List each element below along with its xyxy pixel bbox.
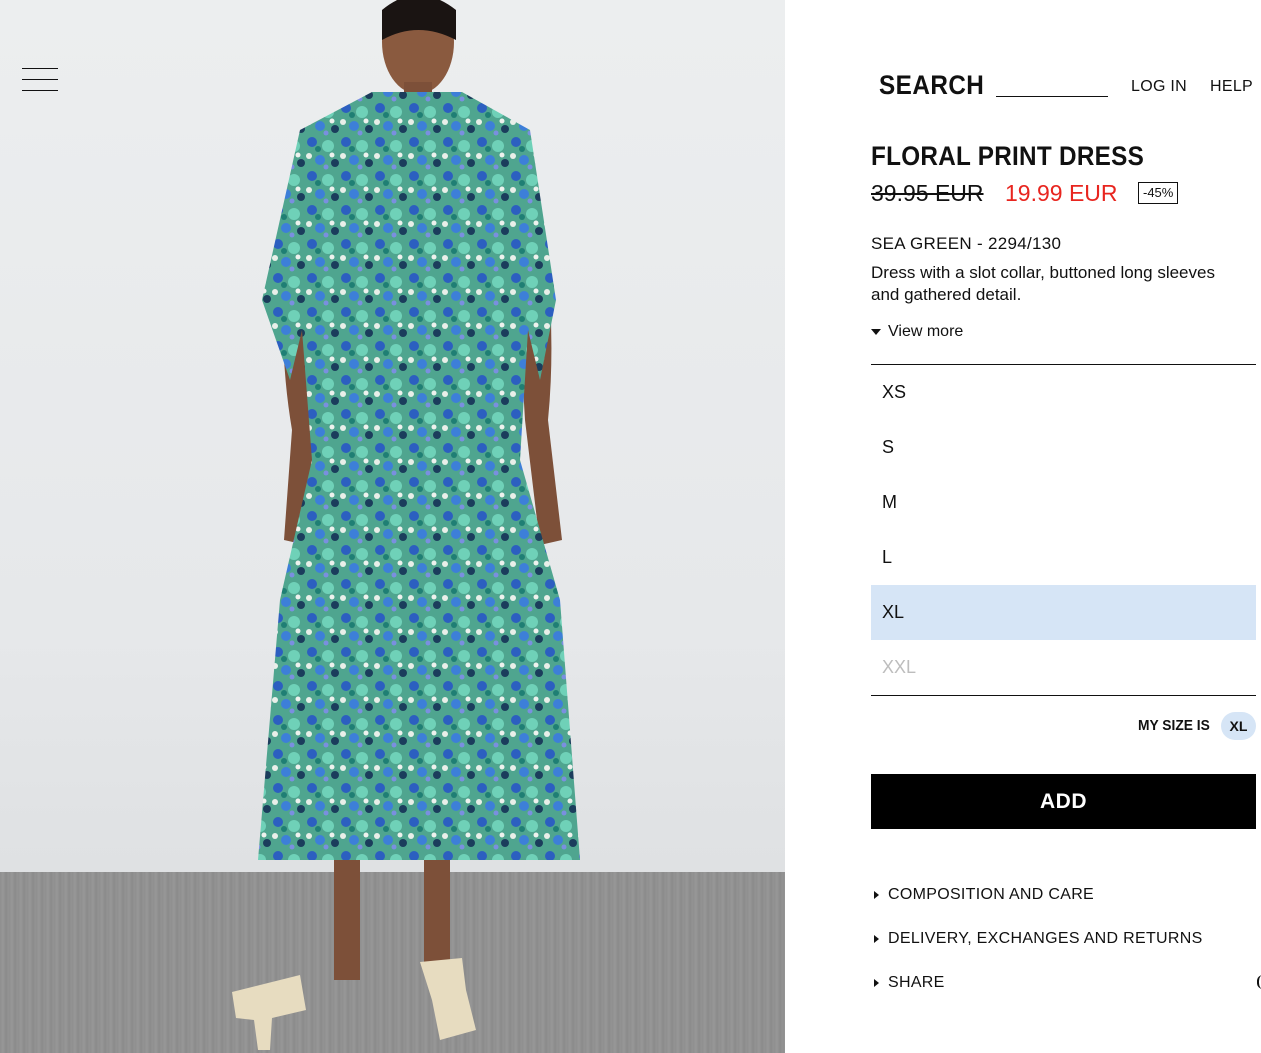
view-more-toggle[interactable]: View more bbox=[871, 323, 963, 341]
accordion-delivery-returns[interactable]: DELIVERY, EXCHANGES AND RETURNS bbox=[874, 930, 1203, 948]
help-link[interactable]: HELP bbox=[1210, 78, 1253, 96]
size-option-xl[interactable]: XL bbox=[871, 585, 1256, 640]
size-option-l[interactable]: L bbox=[871, 530, 1256, 585]
product-image bbox=[0, 0, 785, 1053]
sale-price: 19.99 EUR bbox=[1005, 180, 1118, 206]
my-size-badge[interactable]: XL bbox=[1221, 712, 1256, 740]
size-option-s[interactable]: S bbox=[871, 420, 1256, 475]
caret-right-icon bbox=[874, 934, 879, 943]
size-list: XS S M L XL XXL bbox=[871, 364, 1256, 696]
size-option-xs[interactable]: XS bbox=[871, 365, 1256, 420]
hamburger-menu-icon[interactable] bbox=[22, 68, 58, 92]
color-reference: SEA GREEN - 2294/130 bbox=[871, 234, 1062, 253]
accordion-label: DELIVERY, EXCHANGES AND RETURNS bbox=[888, 930, 1203, 947]
search-label[interactable]: SEARCH bbox=[879, 70, 984, 101]
original-price: 39.95 EUR bbox=[871, 180, 984, 206]
caret-down-icon bbox=[871, 328, 881, 335]
chat-tab-edge[interactable] bbox=[1257, 975, 1261, 989]
discount-badge: -45% bbox=[1138, 182, 1179, 204]
product-title: FLORAL PRINT DRESS bbox=[871, 141, 1145, 171]
model-illustration bbox=[232, 0, 580, 1050]
my-size-label: MY SIZE IS bbox=[1138, 717, 1210, 734]
accordion-share[interactable]: SHARE bbox=[874, 974, 945, 992]
accordion-label: SHARE bbox=[888, 974, 945, 991]
size-option-xxl: XXL bbox=[882, 657, 917, 677]
accordion-label: COMPOSITION AND CARE bbox=[888, 886, 1095, 903]
view-more-label: View more bbox=[888, 323, 964, 340]
login-link[interactable]: LOG IN bbox=[1131, 78, 1187, 96]
add-to-cart-button[interactable]: ADD bbox=[871, 774, 1256, 829]
accordion-composition-care[interactable]: COMPOSITION AND CARE bbox=[874, 886, 1094, 904]
caret-right-icon bbox=[874, 890, 879, 899]
size-option-m[interactable]: M bbox=[871, 475, 1256, 530]
caret-right-icon bbox=[874, 978, 879, 987]
search-input-underline[interactable] bbox=[996, 96, 1108, 97]
product-description: Dress with a slot collar, buttoned long … bbox=[871, 263, 1215, 304]
